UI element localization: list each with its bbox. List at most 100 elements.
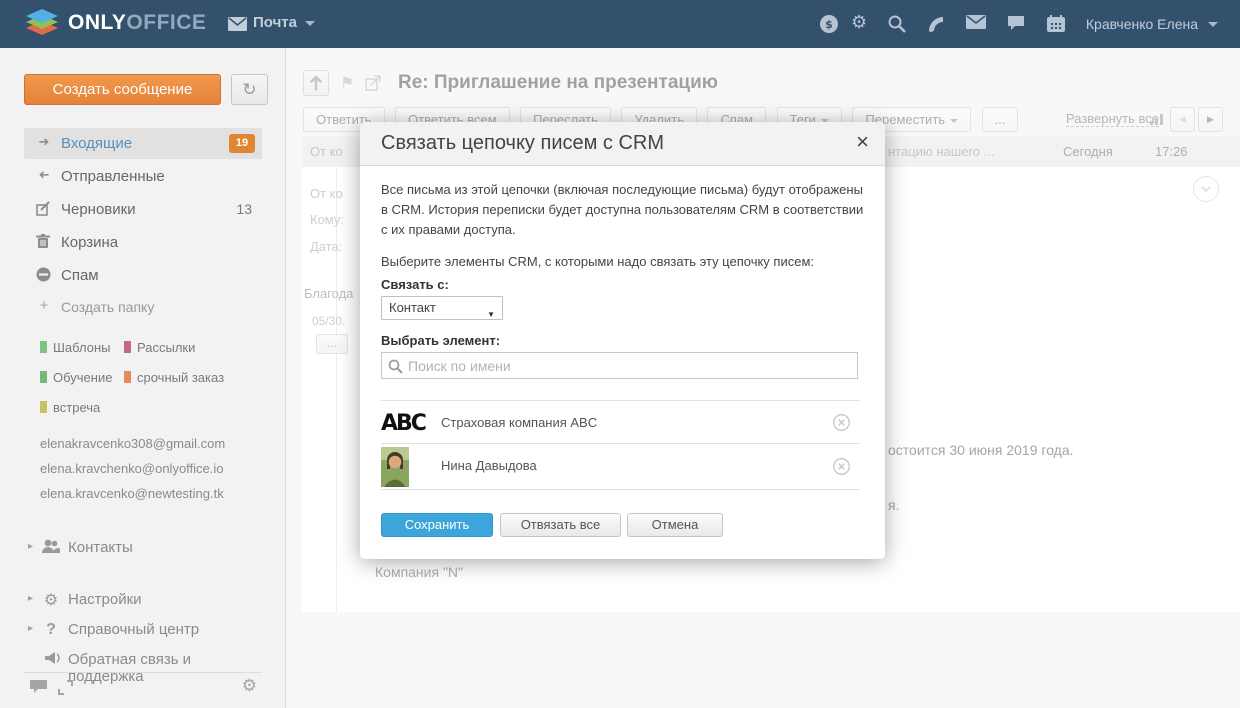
trash-icon [36, 234, 52, 250]
expand-panel-icon[interactable] [58, 680, 73, 695]
link-to-crm-dialog: Связать цепочку писем с CRM × Все письма… [360, 122, 885, 559]
plus-icon: + [36, 298, 52, 314]
block-icon [36, 267, 52, 283]
tag-label: Обучение [53, 370, 112, 385]
account-address[interactable]: elenakravcenko308@gmail.com [40, 436, 225, 451]
unread-badge: 19 [229, 134, 255, 153]
settings-icon[interactable]: ⚙ [851, 12, 867, 33]
tag-color-marker [40, 341, 47, 353]
onlyoffice-logo-icon[interactable] [24, 9, 60, 40]
tag-label: Шаблоны [53, 340, 111, 355]
company-logo: ABC [381, 411, 425, 436]
support-chat-icon[interactable] [30, 680, 47, 694]
select-arrow-icon: ▼ [487, 304, 495, 326]
divider [24, 672, 262, 673]
tag-label: встреча [53, 400, 100, 415]
dialog-title: Связать цепочку писем с CRM [381, 132, 664, 155]
contacts-icon [42, 539, 60, 557]
logo-wordmark[interactable]: ONLYOFFICE [68, 11, 206, 35]
tag-label: Рассылки [137, 340, 195, 355]
sidebar: Создать сообщение ↻ ➜ Входящие 19 ➜ Отпр… [0, 48, 286, 708]
search-input[interactable] [408, 353, 853, 378]
svg-text:$: $ [825, 18, 833, 31]
tag-item[interactable]: встреча [40, 400, 100, 415]
list-item: ABC Страховая компания ABC [381, 400, 860, 444]
choose-element-label: Выбрать элемент: [381, 333, 500, 348]
module-caret-icon[interactable] [305, 21, 315, 26]
link-with-label: Связать с: [381, 277, 449, 292]
calendar-icon[interactable] [1047, 15, 1065, 32]
create-folder-label: Создать папку [61, 299, 154, 315]
list-item: Нина Давыдова [381, 444, 860, 490]
gear-icon: ⚙ [42, 591, 60, 609]
top-bar: ONLYOFFICE Почта $ ⚙ Кравченко Елена [0, 0, 1240, 48]
tag-color-marker [124, 371, 131, 383]
talk-icon[interactable] [1007, 15, 1025, 31]
create-folder-button[interactable]: + Создать папку [24, 294, 262, 320]
chevron-right-icon: ▸ [28, 541, 33, 552]
sidebar-item-drafts[interactable]: Черновики 13 [24, 194, 262, 225]
nav-label: Контакты [68, 539, 133, 556]
tag-item[interactable]: срочный заказ [124, 370, 224, 385]
unlink-item-icon[interactable] [833, 414, 850, 431]
search-icon[interactable] [888, 15, 906, 33]
account-address[interactable]: elena.kravcenko@newtesting.tk [40, 486, 224, 501]
refresh-button[interactable]: ↻ [231, 74, 268, 105]
entity-name: Нина Давыдова [441, 458, 537, 473]
sidebar-item-contacts[interactable]: ▸ Контакты [24, 536, 262, 562]
mail-icon[interactable] [966, 15, 986, 29]
question-icon: ? [42, 621, 60, 639]
payments-icon[interactable]: $ [820, 15, 838, 33]
sent-arrow-icon: ➜ [36, 168, 52, 184]
panel-settings-gear-icon[interactable]: ⚙ [242, 676, 257, 696]
dialog-header: Связать цепочку писем с CRM × [360, 122, 885, 166]
draft-icon [36, 201, 52, 217]
nav-label: Справочный центр [68, 621, 199, 638]
tag-color-marker [40, 401, 47, 413]
close-icon[interactable]: × [856, 129, 869, 155]
unlink-item-icon[interactable] [833, 458, 850, 475]
folder-count: 13 [236, 201, 252, 217]
linked-entities-list: ABC Страховая компания ABC Нина Давыдова [381, 400, 860, 490]
entity-type-select[interactable]: Контакт ▼ [381, 296, 503, 320]
cancel-button[interactable]: Отмена [627, 513, 723, 537]
dialog-select-prompt: Выберите элементы CRM, с которыми надо с… [381, 254, 865, 269]
tag-item[interactable]: Шаблоны [40, 340, 111, 355]
logo-only: ONLY [68, 11, 126, 34]
search-icon [388, 359, 403, 374]
sidebar-item-inbox[interactable]: ➜ Входящие 19 [24, 128, 262, 159]
contact-avatar [381, 447, 409, 487]
user-menu[interactable]: Кравченко Елена [1086, 16, 1198, 32]
feed-icon[interactable] [927, 15, 945, 33]
nav-label: Настройки [68, 591, 142, 608]
account-address[interactable]: elena.kravchenko@onlyoffice.io [40, 461, 224, 476]
tag-label: срочный заказ [137, 370, 224, 385]
chevron-right-icon: ▸ [28, 623, 33, 634]
dialog-description: Все письма из этой цепочки (включая посл… [381, 180, 865, 240]
compose-button[interactable]: Создать сообщение [24, 74, 221, 105]
tag-item[interactable]: Рассылки [124, 340, 195, 355]
folder-label: Спам [61, 267, 99, 284]
nav-label: Обратная связь и поддержка [68, 651, 262, 685]
folder-label: Входящие [61, 135, 132, 152]
sidebar-item-help[interactable]: ▸ ? Справочный центр [24, 618, 262, 644]
folder-label: Отправленные [61, 168, 165, 185]
user-caret-icon[interactable] [1208, 22, 1218, 27]
sidebar-item-spam[interactable]: Спам [24, 260, 262, 291]
refresh-icon: ↻ [242, 80, 256, 100]
unlink-all-button[interactable]: Отвязать все [500, 513, 621, 537]
save-button[interactable]: Сохранить [381, 513, 493, 537]
sidebar-item-settings[interactable]: ▸ ⚙ Настройки [24, 588, 262, 614]
chevron-right-icon: ▸ [28, 593, 33, 604]
folder-label: Черновики [61, 201, 136, 218]
tag-item[interactable]: Обучение [40, 370, 112, 385]
mail-module-icon [228, 17, 247, 31]
entity-search-field[interactable] [381, 352, 858, 379]
sidebar-item-trash[interactable]: Корзина [24, 227, 262, 258]
tag-color-marker [124, 341, 131, 353]
logo-office: OFFICE [126, 11, 206, 34]
module-switcher[interactable]: Почта [253, 14, 297, 31]
megaphone-icon [44, 651, 62, 669]
sidebar-item-feedback[interactable]: Обратная связь и поддержка [24, 648, 262, 674]
sidebar-item-sent[interactable]: ➜ Отправленные [24, 161, 262, 192]
